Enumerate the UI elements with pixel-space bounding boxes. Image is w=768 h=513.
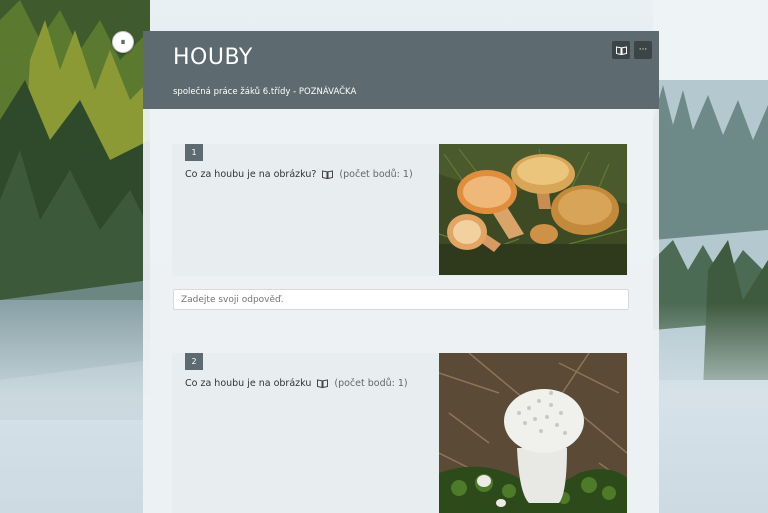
more-icon: ··· — [638, 45, 648, 55]
form-subtitle: společná práce žáků 6.třídy - POZNÁVAČKA — [173, 87, 357, 97]
question-number-badge: 2 — [185, 353, 203, 370]
question-points: (počet bodů: 1) — [339, 169, 413, 180]
pause-icon: ⏸︎ — [120, 36, 126, 48]
question-1: 1 Co za houbu je na obrázku? (počet bodů… — [172, 144, 628, 276]
question-text-row: Co za houbu je na obrázku? (počet bodů: … — [185, 169, 413, 180]
more-options-button[interactable]: ··· — [634, 41, 652, 59]
question-number-badge: 1 — [185, 144, 203, 161]
form-title: HOUBY — [173, 45, 253, 70]
immersive-reader-icon[interactable] — [322, 170, 334, 179]
mushroom-photo-puffball — [439, 353, 627, 513]
form-header: HOUBY společná práce žáků 6.třídy - POZN… — [143, 31, 659, 109]
question-2: 2 Co za houbu je na obrázku (počet bodů:… — [172, 353, 628, 513]
form-card: HOUBY společná práce žáků 6.třídy - POZN… — [143, 31, 659, 513]
question-text: Co za houbu je na obrázku? — [185, 169, 317, 180]
header-toolbar: ··· — [612, 41, 652, 59]
immersive-view-button[interactable]: ⏸︎ — [112, 31, 134, 53]
question-text: Co za houbu je na obrázku — [185, 378, 312, 389]
mushroom-photo-orange — [439, 144, 627, 275]
immersive-reader-button[interactable] — [612, 41, 630, 59]
question-text-row: Co za houbu je na obrázku (počet bodů: 1… — [185, 378, 408, 389]
question-points: (počet bodů: 1) — [334, 378, 408, 389]
immersive-reader-icon[interactable] — [317, 379, 329, 388]
answer-input[interactable] — [173, 289, 629, 310]
immersive-reader-icon — [615, 45, 627, 55]
